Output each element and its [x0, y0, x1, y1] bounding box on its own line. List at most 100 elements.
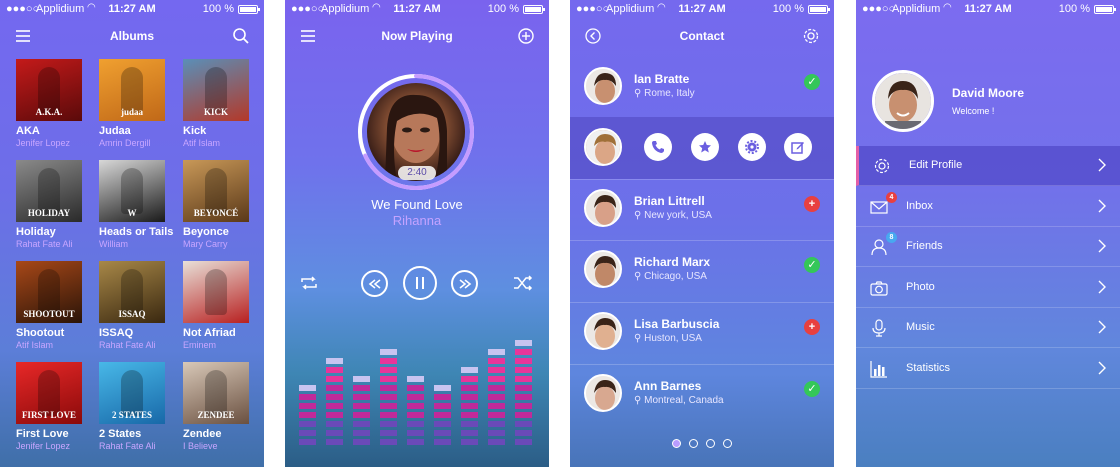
profile-name: David Moore [952, 86, 1025, 100]
equalizer-segment [461, 421, 478, 427]
added-check-icon[interactable]: ✓ [804, 381, 820, 397]
page-dot[interactable] [706, 439, 715, 448]
settings-gear-icon[interactable] [802, 27, 820, 45]
equalizer-segment [488, 385, 505, 391]
page-dot[interactable] [689, 439, 698, 448]
user-icon [871, 239, 887, 256]
album-cover: ZENDEE [183, 362, 249, 424]
add-contact-icon[interactable]: + [804, 319, 820, 335]
status-bar: ●●●○○ Applidium ◠ 11:27 AM 100 % [570, 0, 834, 18]
contact-settings-button[interactable] [738, 133, 766, 161]
equalizer-segment [434, 394, 451, 400]
avatar[interactable] [584, 374, 622, 412]
equalizer-segment [515, 385, 532, 391]
contact-location: ⚲ Huston, USA [634, 333, 702, 344]
search-icon[interactable] [232, 27, 250, 45]
equalizer-segment [326, 385, 343, 391]
album-title: Zendee [183, 428, 222, 440]
album-cover: ISSAQ [99, 261, 165, 323]
equalizer-segment [407, 385, 424, 391]
album-artist: Atif Islam [16, 340, 54, 350]
menu-item[interactable]: Inbox 4 [856, 187, 1120, 227]
album-card[interactable]: FIRST LOVE First Love Jenifer Lopez [16, 362, 82, 451]
contact-row[interactable]: Brian Littrell ⚲ New york, USA + [570, 179, 834, 239]
cover-text: BEYONCÉ [193, 208, 239, 218]
equalizer-segment [380, 385, 397, 391]
album-cover: A.K.A. [16, 59, 82, 121]
avatar[interactable] [584, 250, 622, 288]
contact-row[interactable]: Richard Marx ⚲ Chicago, USA ✓ [570, 240, 834, 300]
rewind-button[interactable] [361, 270, 388, 297]
added-check-icon[interactable]: ✓ [804, 74, 820, 90]
albums-screen: ●●●○○ Applidium ◠ 11:27 AM 100 % Albums … [0, 0, 264, 467]
equalizer-segment [434, 385, 451, 391]
contact-row[interactable]: Ann Barnes ⚲ Montreal, Canada ✓ [570, 364, 834, 424]
notification-badge: 4 [886, 191, 897, 203]
avatar[interactable] [584, 67, 622, 105]
album-card[interactable]: W Heads or Tails William [99, 160, 173, 249]
album-cover: SHOOTOUT [16, 261, 82, 323]
album-card[interactable]: ISSAQ ISSAQ Rahat Fate Ali [99, 261, 165, 350]
welcome-text: Welcome ! [952, 106, 995, 116]
fast-forward-button[interactable] [451, 270, 478, 297]
page-title: Contact [679, 29, 725, 43]
album-card[interactable]: ZENDEE Zendee I Believe [183, 362, 249, 451]
shuffle-icon[interactable] [513, 275, 533, 291]
album-card[interactable]: judaa Judaa Amrin Dergill [99, 59, 165, 148]
avatar-face [586, 69, 620, 103]
equalizer-segment [434, 403, 451, 409]
album-artist: Mary Carry [183, 239, 228, 249]
cover-text: judaa [120, 107, 143, 117]
add-circle-icon[interactable] [517, 27, 535, 45]
equalizer-segment [461, 412, 478, 418]
album-card[interactable]: SHOOTOUT Shootout Atif Islam [16, 261, 82, 350]
avatar[interactable] [584, 189, 622, 227]
menu-item[interactable]: Photo [856, 268, 1120, 308]
equalizer-segment [326, 439, 343, 445]
album-card[interactable]: A.K.A. AKA Jenifer Lopez [16, 59, 82, 148]
album-card[interactable]: HOLIDAY Holiday Rahat Fate Ali [16, 160, 82, 249]
notification-badge: 8 [886, 232, 897, 243]
chevron-right-icon [1098, 361, 1106, 374]
cover-figure [205, 269, 227, 315]
menu-item[interactable]: Statistics [856, 349, 1120, 389]
edit-icon [791, 142, 804, 154]
repeat-icon[interactable] [299, 275, 319, 291]
album-card[interactable]: KICK Kick Atif Islam [183, 59, 249, 148]
equalizer-segment [299, 412, 316, 418]
menu-item[interactable]: Edit Profile [856, 146, 1120, 186]
equalizer-segment [515, 421, 532, 427]
album-title: Judaa [99, 125, 131, 137]
avatar[interactable] [584, 312, 622, 350]
equalizer-segment [380, 430, 397, 436]
battery-icon [808, 5, 830, 14]
profile-avatar[interactable] [872, 70, 934, 132]
album-card[interactable]: BEYONCÉ Beyonce Mary Carry [183, 160, 249, 249]
now-playing-screen: ●●●○○ Applidium ◠ 11:27 AM 100 % Now Pla… [285, 0, 549, 467]
page-dot[interactable] [723, 439, 732, 448]
album-card[interactable]: Not Afriad Eminem [183, 261, 249, 350]
battery-label: 100 % [487, 3, 519, 15]
mail-icon [870, 200, 888, 214]
avatar[interactable] [584, 128, 622, 166]
call-button[interactable] [644, 133, 672, 161]
contacts-screen: ●●●○○ Applidium ◠ 11:27 AM 100 % Contact [570, 0, 834, 467]
contact-row[interactable]: Ian Bratte ⚲ Rome, Italy ✓ [570, 57, 834, 117]
equalizer-segment [461, 394, 478, 400]
status-bar: ●●●○○ Applidium ◠ 11:27 AM 100 % [856, 0, 1120, 18]
added-check-icon[interactable]: ✓ [804, 257, 820, 273]
album-card[interactable]: 2 STATES 2 States Rahat Fate Ali [99, 362, 165, 451]
page-dot[interactable] [672, 439, 681, 448]
location-pin-icon: ⚲ [634, 333, 642, 344]
contact-row[interactable]: Lisa Barbuscia ⚲ Huston, USA + [570, 302, 834, 362]
pause-button[interactable] [403, 266, 437, 300]
menu-item[interactable]: Music [856, 308, 1120, 348]
cover-text: 2 STATES [112, 410, 152, 420]
menu-item[interactable]: Friends 8 [856, 227, 1120, 267]
album-artist: William [99, 239, 128, 249]
divider [570, 302, 834, 303]
fast-forward-icon [459, 278, 471, 289]
favorite-button[interactable] [691, 133, 719, 161]
edit-contact-button[interactable] [784, 133, 812, 161]
add-contact-icon[interactable]: + [804, 196, 820, 212]
